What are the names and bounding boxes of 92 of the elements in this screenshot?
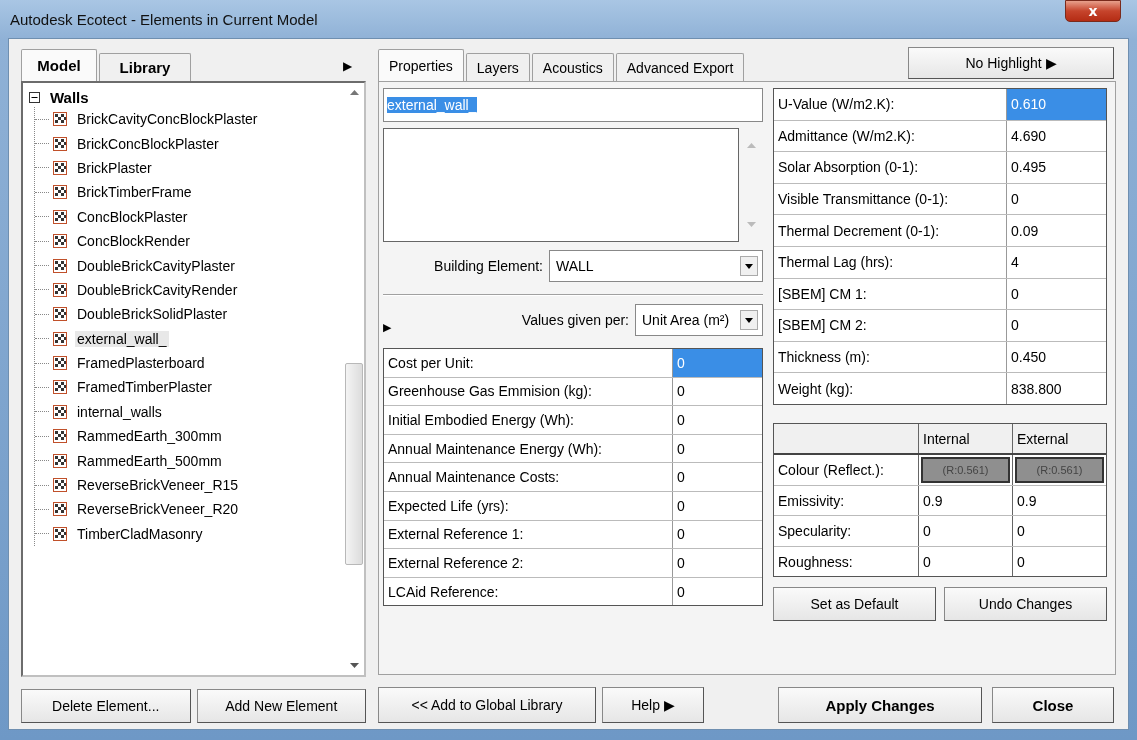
scroll-up-icon[interactable] bbox=[349, 89, 359, 95]
value-cell[interactable]: 0.450 bbox=[1007, 341, 1106, 373]
tree-item[interactable]: FramedPlasterboard bbox=[75, 355, 207, 372]
properties-tab[interactable]: Properties bbox=[378, 49, 464, 81]
table-cell: [SBEM] CM 1: bbox=[774, 278, 1007, 310]
tree-item[interactable]: RammedEarth_300mm bbox=[75, 428, 224, 445]
table-cell: Visible Transmittance (0-1): bbox=[774, 183, 1007, 215]
expand-arrow[interactable]: ▶ bbox=[383, 306, 391, 334]
table-cell: Thermal Lag (hrs): bbox=[774, 246, 1007, 278]
value-cell[interactable]: 4 bbox=[1007, 246, 1106, 278]
dialog-button[interactable]: << Add to Global Library bbox=[378, 687, 596, 723]
table-cell: Annual Maintenance Costs: bbox=[384, 463, 673, 491]
tree-item[interactable]: ConcBlockRender bbox=[75, 233, 192, 250]
properties-tab[interactable]: Layers bbox=[465, 53, 530, 81]
value-cell[interactable]: 0 bbox=[673, 577, 762, 606]
value-cell[interactable]: 0 bbox=[1013, 516, 1106, 546]
panel-tab[interactable]: Library bbox=[99, 53, 191, 81]
help-button[interactable]: Help ▶ bbox=[602, 687, 704, 723]
table-cell: External Reference 1: bbox=[384, 520, 673, 549]
value-cell[interactable]: 0 bbox=[919, 546, 1013, 577]
value-cell[interactable]: 0 bbox=[1007, 310, 1106, 341]
scroll-down-icon[interactable] bbox=[349, 663, 359, 669]
table-cell: Specularity: bbox=[774, 516, 919, 546]
value-cell[interactable]: 4.690 bbox=[1007, 120, 1106, 152]
dialog-button[interactable]: Close bbox=[992, 687, 1114, 723]
tree-item[interactable]: FramedTimberPlaster bbox=[75, 379, 214, 396]
tree-item[interactable]: internal_walls bbox=[75, 403, 164, 420]
table-cell: Greenhouse Gas Emmision (kg): bbox=[384, 377, 673, 406]
value-cell[interactable]: 0 bbox=[1013, 546, 1106, 577]
building-element-dropdown[interactable]: WALL bbox=[549, 250, 763, 282]
dialog-button[interactable]: Delete Element... bbox=[21, 689, 191, 723]
tree-item[interactable]: ConcBlockPlaster bbox=[75, 208, 190, 225]
unit-dropdown[interactable]: Unit Area (m²) bbox=[635, 304, 763, 336]
description-field[interactable] bbox=[383, 128, 739, 242]
dialog-button[interactable]: Undo Changes bbox=[944, 587, 1107, 622]
value-cell[interactable]: 0.9 bbox=[1013, 485, 1106, 516]
tree-item[interactable]: TimberCladMasonry bbox=[75, 525, 205, 542]
value-cell[interactable]: 0 bbox=[673, 377, 762, 406]
table-cell: Admittance (W/m2.K): bbox=[774, 120, 1007, 152]
value-cell[interactable]: 0.495 bbox=[1007, 152, 1106, 183]
value-cell[interactable]: 0 bbox=[673, 491, 762, 520]
table-cell: [SBEM] CM 2: bbox=[774, 310, 1007, 341]
table-cell: Thermal Decrement (0-1): bbox=[774, 215, 1007, 246]
value-cell[interactable]: 0 bbox=[919, 516, 1013, 546]
table-cell: Thickness (m): bbox=[774, 341, 1007, 373]
table-cell: Expected Life (yrs): bbox=[384, 491, 673, 520]
value-cell[interactable]: 0 bbox=[673, 406, 762, 434]
table-cell: Weight (kg): bbox=[774, 373, 1007, 404]
tree-item[interactable]: external_wall_ bbox=[75, 330, 169, 347]
value-cell[interactable]: 0 bbox=[673, 520, 762, 549]
value-cell[interactable]: 0 bbox=[673, 434, 762, 463]
highlight-button[interactable]: No Highlight ▶ bbox=[908, 47, 1114, 79]
tree-item[interactable]: DoubleBrickSolidPlaster bbox=[75, 306, 230, 323]
table-cell: Roughness: bbox=[774, 546, 919, 577]
tree-item[interactable]: BrickConcBlockPlaster bbox=[75, 135, 221, 152]
dialog-button[interactable]: Set as Default bbox=[773, 587, 936, 622]
window-title: Autodesk Ecotect - Elements in Current Model bbox=[9, 10, 318, 28]
tree-item[interactable]: BrickCavityConcBlockPlaster bbox=[75, 111, 260, 128]
field-label: Values given per: bbox=[521, 312, 629, 328]
table-cell: Annual Maintenance Energy (Wh): bbox=[384, 434, 673, 463]
table-cell: Initial Embodied Energy (Wh): bbox=[384, 406, 673, 434]
value-cell[interactable]: 0 bbox=[1007, 278, 1106, 310]
table-cell: External Reference 2: bbox=[384, 549, 673, 577]
field-label: Building Element: bbox=[434, 258, 543, 274]
tree-group-label[interactable]: Walls bbox=[50, 88, 89, 106]
table-cell: Emissivity: bbox=[774, 485, 919, 516]
table-cell: Solar Absorption (0-1): bbox=[774, 152, 1007, 183]
tree-item[interactable]: BrickPlaster bbox=[75, 159, 154, 176]
tree-item[interactable]: DoubleBrickCavityPlaster bbox=[75, 257, 237, 274]
table-cell: LCAid Reference: bbox=[384, 577, 673, 606]
value-cell[interactable]: 0 bbox=[673, 549, 762, 577]
tree-item[interactable]: ReverseBrickVeneer_R15 bbox=[75, 477, 241, 494]
table-cell: Colour (Reflect.): bbox=[774, 455, 919, 485]
panel-tab[interactable]: Model bbox=[21, 49, 97, 81]
collapse-icon[interactable] bbox=[29, 91, 40, 103]
window-close-button[interactable]: x bbox=[1065, 0, 1121, 22]
dialog-button[interactable]: Add New Element bbox=[196, 689, 366, 723]
value-cell[interactable]: 0.9 bbox=[919, 485, 1013, 516]
tree-item[interactable]: RammedEarth_500mm bbox=[75, 452, 224, 469]
tree-item[interactable]: ReverseBrickVeneer_R20 bbox=[75, 501, 241, 518]
value-cell[interactable]: 0 bbox=[673, 463, 762, 491]
column-header: Internal bbox=[919, 423, 1013, 454]
column-header: External bbox=[1016, 429, 1070, 449]
properties-tab[interactable]: Advanced Export bbox=[615, 53, 745, 81]
value-cell[interactable]: 0.09 bbox=[1007, 215, 1106, 246]
tree-item[interactable]: BrickTimberFrame bbox=[75, 184, 194, 201]
properties-tab[interactable]: Acoustics bbox=[531, 53, 614, 81]
dialog-button[interactable]: Apply Changes bbox=[778, 687, 982, 723]
value-cell[interactable]: 0 bbox=[1007, 183, 1106, 215]
tree-item[interactable]: DoubleBrickCavityRender bbox=[75, 281, 240, 298]
more-tabs-arrow[interactable]: ▶ bbox=[343, 59, 352, 73]
value-cell[interactable]: 838.800 bbox=[1007, 373, 1106, 404]
